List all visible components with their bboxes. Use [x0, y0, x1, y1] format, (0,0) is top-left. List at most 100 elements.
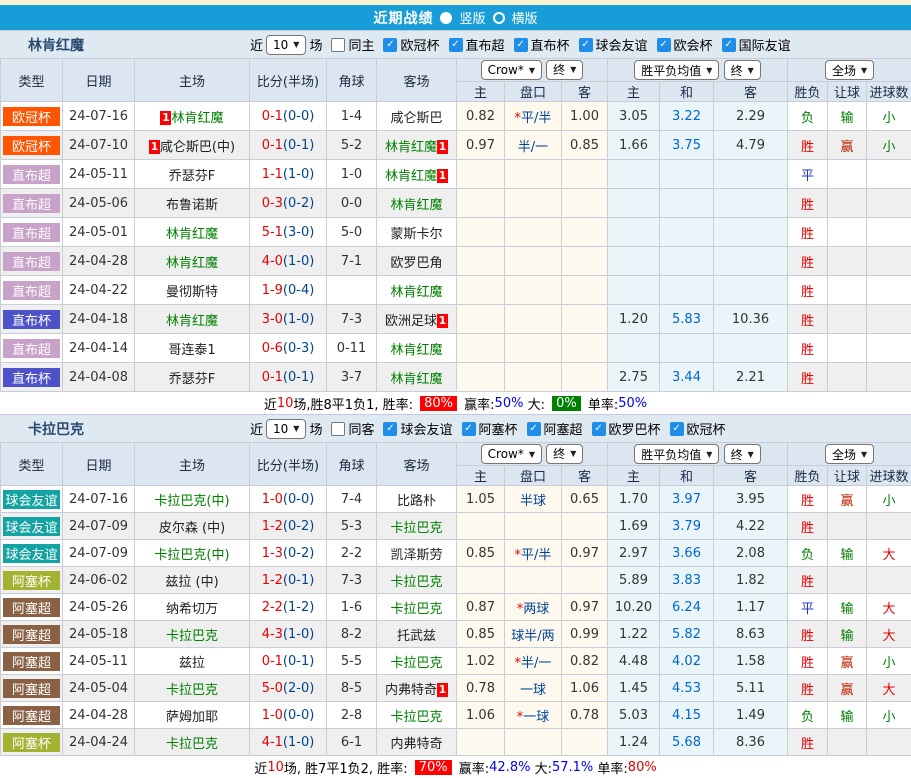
- league-label: 直布杯: [531, 35, 570, 54]
- corner-score: 1-6: [327, 594, 377, 621]
- avg-state-select[interactable]: 终▼: [724, 444, 761, 464]
- avg-type-select[interactable]: 胜平负均值▼: [634, 444, 719, 464]
- top-bar: 近期战绩 竖版 横版: [0, 5, 911, 30]
- avg-home: 1.66: [608, 131, 660, 160]
- section-title: 林肯红魔: [0, 35, 250, 55]
- avg-away: 3.95: [714, 486, 788, 513]
- chevron-down-icon: ▼: [706, 450, 712, 459]
- home-team-cell: 卡拉巴克: [135, 729, 250, 756]
- avg-away: 2.21: [714, 363, 788, 392]
- goals-cell: 小: [867, 486, 911, 513]
- league-checkbox[interactable]: [657, 38, 671, 52]
- odds-group-header: Crow*▼ 终▼: [457, 443, 608, 466]
- goals-value: 大: [883, 683, 896, 698]
- scope-select[interactable]: 全场▼: [825, 60, 874, 80]
- col-odds-away: 客: [562, 82, 608, 102]
- col-avg-draw: 和: [660, 82, 714, 102]
- corner-score: 7-1: [327, 247, 377, 276]
- avg-home: 1.69: [608, 513, 660, 540]
- bookmaker-select[interactable]: Crow*▼: [481, 444, 542, 464]
- avg-away: 1.58: [714, 648, 788, 675]
- same-venue-checkbox[interactable]: [331, 422, 345, 436]
- full-time-score: 5-1: [262, 225, 283, 240]
- bookmaker-select[interactable]: Crow*▼: [481, 60, 542, 80]
- score-cell: 0-1(0-0): [250, 102, 327, 131]
- full-time-score: 3-0: [262, 312, 283, 327]
- result-cell: 平: [788, 160, 828, 189]
- handicap-value: 一球: [520, 683, 546, 698]
- avg-state-select[interactable]: 终▼: [724, 60, 761, 80]
- league-checkbox[interactable]: [527, 422, 541, 436]
- avg-home: 5.89: [608, 567, 660, 594]
- league-checkbox[interactable]: [670, 422, 684, 436]
- avg-type-select[interactable]: 胜平负均值▼: [634, 60, 719, 80]
- league-label: 阿塞杯: [479, 419, 518, 438]
- match-date: 24-05-01: [63, 218, 135, 247]
- avg-away: 5.11: [714, 675, 788, 702]
- away-team: 林肯红魔: [390, 372, 442, 387]
- full-time-score: 1-0: [262, 708, 283, 723]
- away-team-cell: 卡拉巴克: [377, 702, 457, 729]
- corner-score: 7-3: [327, 567, 377, 594]
- result-value: 平: [801, 602, 814, 617]
- goals-cell: 小: [867, 102, 911, 131]
- avg-home: 4.48: [608, 648, 660, 675]
- away-team-cell: 托武兹: [377, 621, 457, 648]
- odds-away: 0.65: [562, 486, 608, 513]
- league-checkbox[interactable]: [722, 38, 736, 52]
- corner-score: 8-5: [327, 675, 377, 702]
- home-team: 兹拉: [179, 656, 205, 671]
- col-away: 客场: [377, 443, 457, 486]
- avg-away: 2.29: [714, 102, 788, 131]
- league-checkbox[interactable]: [592, 422, 606, 436]
- type-cell: 欧冠杯: [1, 131, 63, 160]
- result-value: 胜: [801, 140, 814, 155]
- home-team: 皮尔森 (中): [159, 521, 225, 536]
- vertical-layout-label[interactable]: 竖版: [459, 8, 485, 27]
- odds-home: 0.78: [457, 675, 505, 702]
- odds-state-select[interactable]: 终▼: [546, 60, 583, 80]
- handicap-value: 平/半: [521, 548, 551, 563]
- scope-group-header: 全场▼: [788, 59, 911, 82]
- away-team: 凯泽斯劳: [390, 548, 442, 563]
- odds-state-select[interactable]: 终▼: [546, 444, 583, 464]
- same-venue-checkbox[interactable]: [331, 38, 345, 52]
- result-value: 胜: [801, 256, 814, 271]
- recent-count-select[interactable]: 10▼: [266, 35, 306, 55]
- col-avg-home: 主: [608, 82, 660, 102]
- league-checkbox[interactable]: [449, 38, 463, 52]
- league-checkbox[interactable]: [514, 38, 528, 52]
- away-team-cell: 卡拉巴克: [377, 513, 457, 540]
- odds-home: [457, 218, 505, 247]
- section-header-home-team: 林肯红魔 近10▼场同主欧冠杯直布超直布杯球会友谊欧会杯国际友谊: [0, 30, 911, 58]
- league-checkbox[interactable]: [579, 38, 593, 52]
- match-date: 24-07-09: [63, 540, 135, 567]
- competition-badge: 球会友谊: [3, 544, 60, 563]
- odds-away: [562, 189, 608, 218]
- league-checkbox[interactable]: [383, 38, 397, 52]
- away-team: 卡拉巴克: [390, 656, 442, 671]
- home-team: 曼彻斯特: [166, 285, 218, 300]
- result-value: 胜: [801, 656, 814, 671]
- away-team-cell: 卡拉巴克: [377, 567, 457, 594]
- horizontal-layout-radio[interactable]: [493, 12, 505, 24]
- score-cell: 4-3(1-0): [250, 621, 327, 648]
- league-checkbox[interactable]: [383, 422, 397, 436]
- match-date: 24-07-10: [63, 131, 135, 160]
- horizontal-layout-label[interactable]: 横版: [512, 8, 538, 27]
- home-team-cell: 皮尔森 (中): [135, 513, 250, 540]
- avg-away: [714, 247, 788, 276]
- type-cell: 阿塞超: [1, 675, 63, 702]
- handicap-value: 两球: [523, 602, 549, 617]
- result-cell: 胜: [788, 189, 828, 218]
- avg-draw: 3.22: [660, 102, 714, 131]
- league-checkbox[interactable]: [462, 422, 476, 436]
- recent-count-select[interactable]: 10▼: [266, 419, 306, 439]
- scope-select[interactable]: 全场▼: [825, 444, 874, 464]
- handicap-value: 一球: [523, 710, 549, 725]
- vertical-layout-radio[interactable]: [440, 12, 452, 24]
- odds-home: 0.87: [457, 594, 505, 621]
- scope-group-header: 全场▼: [788, 443, 911, 466]
- match-row: 阿塞超24-05-26纳希切万2-2(1-2)1-6卡拉巴克0.87*两球0.9…: [1, 594, 911, 621]
- handicap-result-cell: [828, 218, 867, 247]
